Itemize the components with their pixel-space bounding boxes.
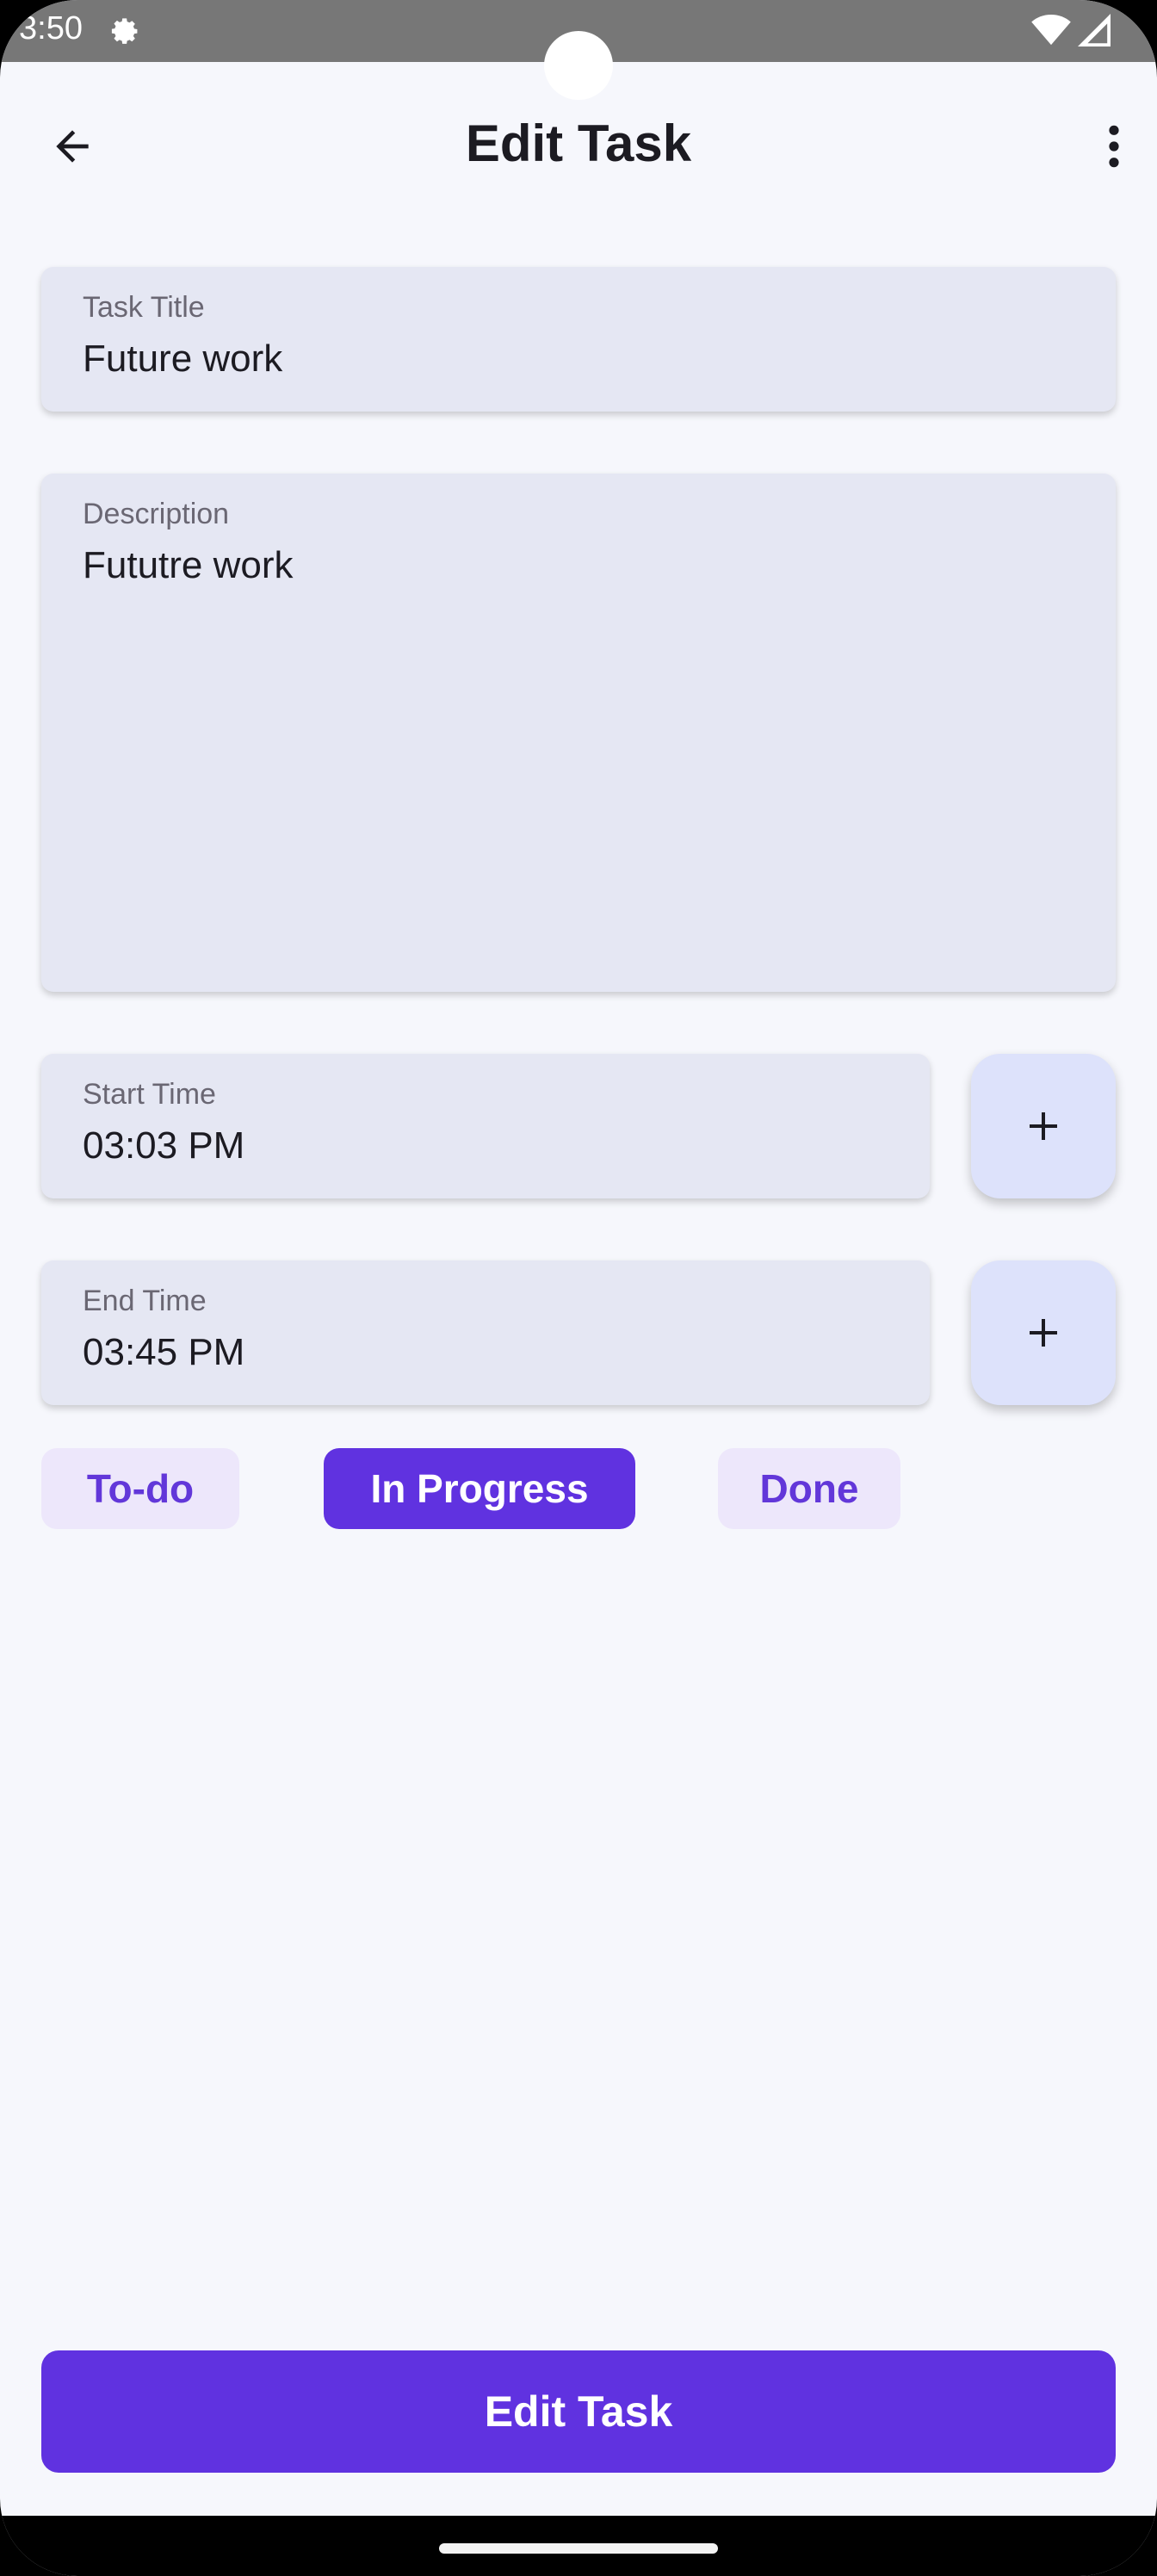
status-time: 3:50 — [19, 10, 83, 46]
end-time-field[interactable]: End Time 03:45 PM — [41, 1260, 930, 1405]
end-time-value: 03:45 PM — [83, 1331, 245, 1373]
home-handle[interactable] — [439, 2543, 718, 2554]
start-time-value: 03:03 PM — [83, 1124, 245, 1167]
gear-icon — [111, 18, 138, 44]
page-title: Edit Task — [465, 115, 692, 172]
add-end-time-button[interactable] — [971, 1260, 1116, 1405]
task-title-value: Future work — [83, 337, 283, 380]
task-title-label: Task Title — [83, 291, 205, 324]
end-time-label: End Time — [83, 1285, 207, 1317]
plus-icon — [1030, 1112, 1057, 1140]
navigation-bar — [0, 2516, 1157, 2576]
more-options-button[interactable] — [1088, 112, 1140, 181]
status-chip-todo[interactable]: To-do — [41, 1448, 239, 1529]
app-bar: Edit Task — [0, 62, 1157, 231]
plus-icon — [1030, 1319, 1057, 1347]
start-time-label: Start Time — [83, 1078, 216, 1111]
description-value: Fututre work — [83, 544, 294, 586]
signal-icon — [1078, 14, 1111, 46]
status-chip-done[interactable]: Done — [718, 1448, 900, 1529]
wifi-icon — [1031, 14, 1071, 46]
description-label: Description — [83, 498, 230, 530]
task-title-field[interactable]: Task Title Future work — [41, 267, 1116, 412]
start-time-field[interactable]: Start Time 03:03 PM — [41, 1054, 930, 1198]
description-field[interactable]: Description Fututre work — [41, 474, 1116, 992]
status-chip-in-progress[interactable]: In Progress — [324, 1448, 635, 1529]
edit-task-button[interactable]: Edit Task — [41, 2350, 1116, 2473]
more-vertical-icon — [1109, 125, 1119, 168]
device-screen: 3:50 Edit Task Task Title Future work De… — [0, 0, 1157, 2576]
add-start-time-button[interactable] — [971, 1054, 1116, 1198]
